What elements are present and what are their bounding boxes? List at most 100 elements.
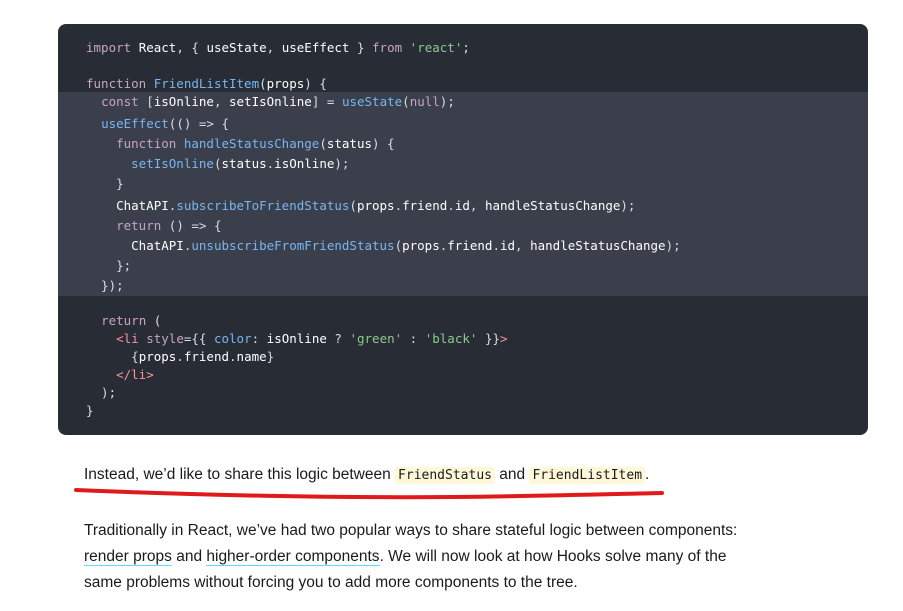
code-token: () => { (168, 218, 222, 233)
code-token: props (402, 238, 440, 253)
code-token: ); (620, 198, 636, 213)
code-token: ( (319, 136, 327, 151)
code-token: friend (402, 198, 448, 213)
code-token: }} (477, 331, 500, 346)
code-token: FriendListItem (153, 76, 260, 91)
code-token: ] = (311, 94, 342, 109)
code-token: return (116, 218, 169, 233)
code-token: ChatAPI (116, 198, 169, 213)
code-line: return () => { (86, 218, 221, 234)
code-token: color (213, 331, 252, 346)
code-token: , (266, 40, 282, 55)
code-token: </li> (116, 367, 154, 382)
code-token: (() => { (168, 116, 230, 131)
code-line: }; (86, 258, 131, 274)
para2-and: and (171, 548, 207, 565)
code-token: handleStatusChange (183, 136, 320, 151)
code-token: ) { (304, 76, 327, 91)
code-token: ) { (372, 136, 395, 151)
code-token: ( (153, 313, 162, 328)
code-token: . (492, 238, 500, 253)
para2-line2-rest: . We will now look at how Hooks solve ma… (379, 548, 727, 565)
code-token: ( (259, 76, 267, 91)
code-line: {props.friend.name} (86, 349, 274, 365)
code-line: function FriendListItem(props) { (86, 76, 327, 92)
code-token: function (116, 136, 184, 151)
code-token: handleStatusChange (484, 198, 621, 213)
code-token: 'green' (349, 331, 403, 346)
code-token: useState (341, 94, 403, 109)
code-token: React (138, 40, 177, 55)
code-line: useEffect(() => { (86, 116, 229, 132)
code-token: unsubscribeFromFriendStatus (191, 238, 395, 253)
code-token: , (469, 198, 485, 213)
code-token: status (326, 136, 372, 151)
code-token: props (356, 198, 395, 213)
code-token: } (266, 349, 275, 364)
code-line: ChatAPI. subscribeToFriendStatus(props.fr… (86, 198, 635, 214)
code-token: function (86, 76, 154, 91)
code-token: } (86, 176, 124, 191)
code-token: id (454, 198, 470, 213)
code-token: isOnline (153, 94, 214, 109)
code-line: const [isOnline, setIsOnline] = useState… (86, 94, 455, 110)
code-token: { (86, 349, 139, 364)
code-token: ); (86, 385, 117, 400)
code-line: </li> (86, 367, 154, 383)
code-token: , (213, 94, 230, 109)
code-token: , (515, 238, 531, 253)
paragraph-line-3: same problems without forcing you to add… (84, 574, 578, 591)
code-token: setIsOnline (131, 156, 214, 171)
code-token: ); (439, 94, 455, 109)
code-token: props (266, 76, 305, 91)
code-token: ={{ (183, 331, 214, 346)
code-token: > (500, 331, 508, 346)
link-higher-order-components[interactable]: higher-order components (206, 548, 380, 566)
code-token: : (402, 331, 425, 346)
paragraph-line-1: Traditionally in React, we’ve had two po… (84, 522, 738, 539)
code-token: ; (462, 40, 470, 55)
code-token: ? (326, 331, 350, 346)
code-line: }); (86, 278, 124, 294)
code-token: : (251, 331, 267, 346)
code-line: ); (86, 385, 116, 401)
code-token: null (409, 94, 440, 109)
code-line: } (86, 176, 124, 192)
code-token: return (101, 313, 154, 328)
code-token: isOnline (274, 156, 335, 171)
code-line: setIsOnline(status.isOnline); (86, 156, 349, 172)
code-token: friend (447, 238, 493, 253)
code-line: import React, { useState, useEffect } fr… (86, 40, 470, 56)
code-token: ); (665, 238, 681, 253)
code-token: useEffect (101, 116, 169, 131)
code-token: id (499, 238, 516, 253)
code-token: ChatAPI (131, 238, 184, 253)
code-token: } (86, 403, 94, 418)
code-line: return ( (86, 313, 161, 329)
paragraph-line-2: render props and higher-order components… (84, 548, 726, 566)
code-token: friend (183, 349, 230, 364)
code-token: <li (116, 331, 147, 346)
code-token: }; (86, 258, 132, 273)
code-token: . (447, 198, 455, 213)
code-token: isOnline (266, 331, 327, 346)
link-render-props[interactable]: render props (84, 548, 172, 566)
code-token: useState (206, 40, 267, 55)
code-token: props (138, 349, 177, 364)
code-token: }); (86, 278, 124, 293)
code-token: name (236, 349, 267, 364)
code-token: import (86, 40, 139, 55)
code-token: handleStatusChange (530, 238, 666, 253)
code-token: const (101, 94, 147, 109)
code-token: status (221, 156, 267, 171)
